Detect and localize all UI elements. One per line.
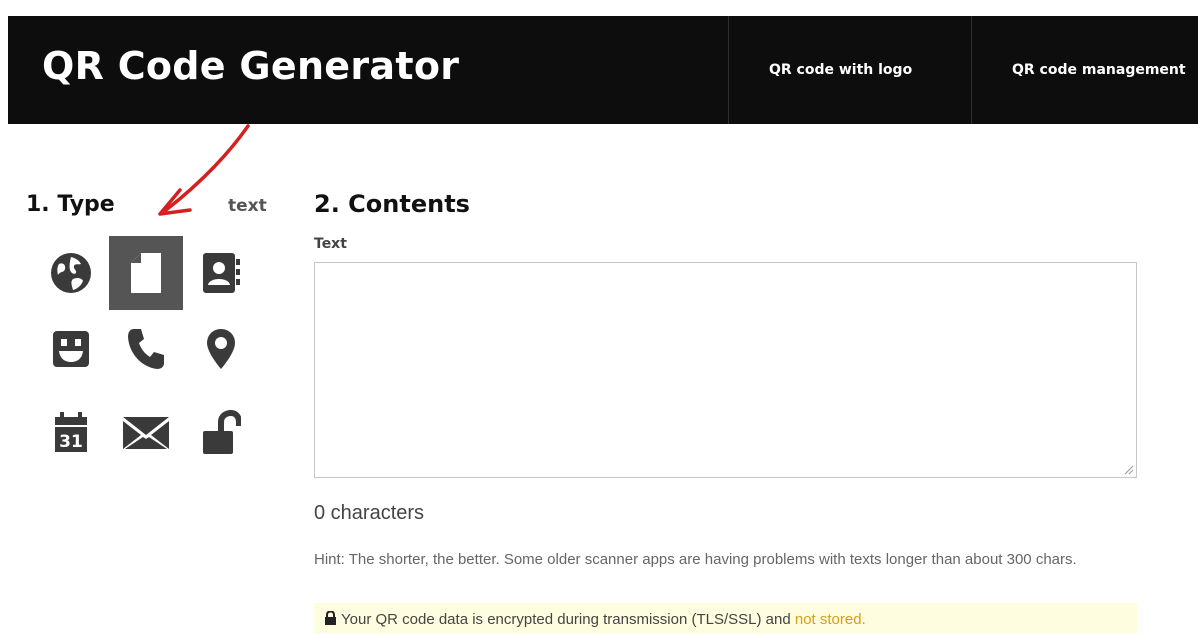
top-strip <box>0 0 1198 16</box>
character-count: 0 characters <box>314 502 425 524</box>
location-pin-icon <box>207 329 235 369</box>
type-option-url[interactable] <box>34 236 108 310</box>
calendar-icon: 31 <box>55 412 87 452</box>
type-section-title: 1. Type <box>26 192 115 217</box>
document-icon <box>131 253 161 293</box>
security-notice-text: Your QR code data is encrypted during tr… <box>341 611 795 628</box>
type-option-email[interactable] <box>109 396 183 470</box>
site-logo[interactable]: QR Code Generator <box>42 44 459 88</box>
text-input[interactable] <box>314 262 1137 478</box>
contact-card-icon <box>203 253 240 293</box>
calendar-day: 31 <box>59 432 83 452</box>
type-option-location[interactable] <box>184 312 258 386</box>
type-option-text[interactable] <box>109 236 183 310</box>
type-option-wifi[interactable] <box>184 396 258 470</box>
text-field-label: Text <box>314 236 347 252</box>
type-option-phone[interactable] <box>109 312 183 386</box>
globe-icon <box>51 253 91 293</box>
site-header: QR Code Generator QR code with logo QR c… <box>8 16 1198 124</box>
type-option-social[interactable] <box>34 312 108 386</box>
unlocked-padlock-icon <box>203 410 241 454</box>
hint-text: Hint: The shorter, the better. Some olde… <box>314 551 1077 568</box>
lock-icon <box>325 611 336 625</box>
smiley-icon <box>53 331 89 367</box>
nav-qr-code-management[interactable]: QR code management <box>971 16 1198 124</box>
nav-qr-code-with-logo[interactable]: QR code with logo <box>728 16 971 124</box>
type-option-event[interactable]: 31 <box>34 396 108 470</box>
current-type-label: text <box>228 196 267 216</box>
type-option-contact[interactable] <box>184 236 258 310</box>
envelope-icon <box>123 417 169 449</box>
contents-section-title: 2. Contents <box>314 190 470 218</box>
not-stored-highlight: not stored. <box>794 611 866 628</box>
phone-icon <box>128 329 164 369</box>
security-notice: Your QR code data is encrypted during tr… <box>314 603 1137 634</box>
